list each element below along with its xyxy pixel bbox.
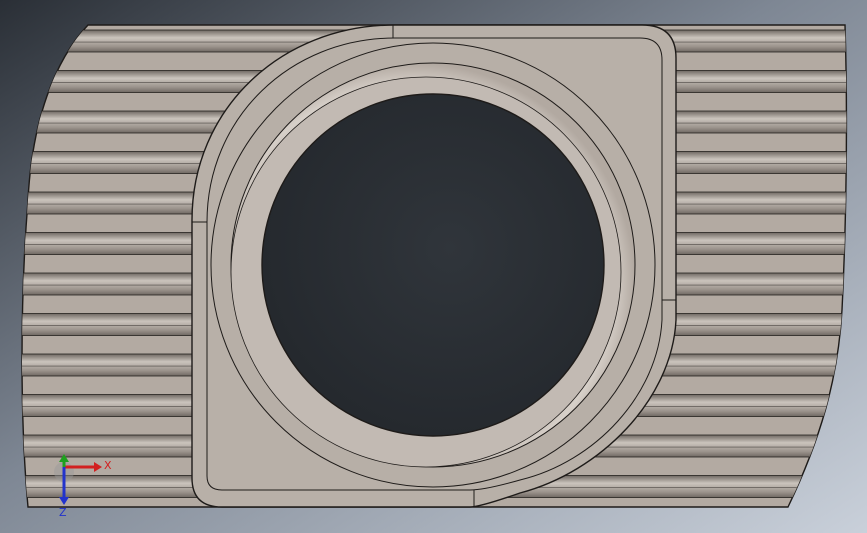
model-canvas[interactable]: X Y Z: [0, 0, 867, 533]
triad-z-label: Z: [59, 506, 67, 519]
triad-x-label: X: [104, 459, 112, 472]
bore-hole: [261, 93, 605, 437]
cad-viewport[interactable]: X Y Z: [0, 0, 867, 533]
